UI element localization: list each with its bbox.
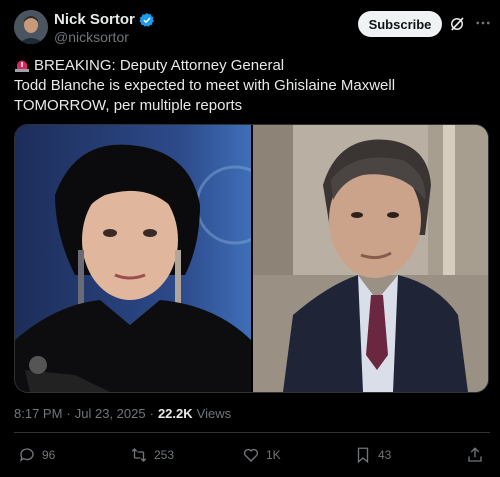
repost-count: 253 xyxy=(154,448,175,462)
repost-button[interactable]: 253 xyxy=(130,446,174,464)
bookmark-button[interactable]: 43 xyxy=(354,446,391,464)
more-icon[interactable] xyxy=(474,14,492,32)
tweet-line-1-text: BREAKING: Deputy Attorney General xyxy=(34,57,285,74)
photo-left[interactable] xyxy=(15,125,251,392)
reply-icon xyxy=(19,448,34,462)
tweet-time[interactable]: 8:17 PM xyxy=(14,406,62,421)
grok-icon[interactable] xyxy=(448,15,466,33)
repost-icon xyxy=(131,448,147,462)
meta-separator: · xyxy=(149,406,154,421)
share-button[interactable] xyxy=(466,446,484,464)
tweet-meta: 8:17 PM · Jul 23, 2025 · 22.2K Views xyxy=(14,406,231,421)
bookmark-icon xyxy=(357,447,369,464)
action-bar: 96 253 1K 43 xyxy=(0,446,500,470)
like-count: 1K xyxy=(266,448,281,462)
tweet-line-2: Todd Blanche is expected to meet with Gh… xyxy=(14,77,396,114)
like-button[interactable]: 1K xyxy=(242,446,281,464)
like-icon xyxy=(243,448,259,462)
author-handle[interactable]: @nicksortor xyxy=(54,29,129,45)
author-name-row[interactable]: Nick Sortor xyxy=(54,11,155,28)
share-icon xyxy=(468,447,482,462)
subscribe-button[interactable]: Subscribe xyxy=(358,11,442,37)
reply-count: 96 xyxy=(42,448,56,462)
divider xyxy=(14,432,490,433)
meta-separator: · xyxy=(66,406,71,421)
photo-right[interactable] xyxy=(253,125,488,392)
tweet-date[interactable]: Jul 23, 2025 xyxy=(75,406,146,421)
verified-icon xyxy=(139,12,154,27)
avatar-image xyxy=(14,10,48,44)
avatar[interactable] xyxy=(14,10,48,44)
reply-button[interactable]: 96 xyxy=(18,446,55,464)
tweet-text: BREAKING: Deputy Attorney General Todd B… xyxy=(14,56,490,116)
bookmark-count: 43 xyxy=(378,448,392,462)
tweet-line-1: BREAKING: Deputy Attorney General xyxy=(14,56,490,76)
siren-icon xyxy=(15,60,29,72)
views-count[interactable]: 22.2K xyxy=(158,406,193,421)
author-name[interactable]: Nick Sortor xyxy=(54,11,135,28)
tweet-media[interactable] xyxy=(14,124,489,393)
views-label: Views xyxy=(196,406,232,421)
